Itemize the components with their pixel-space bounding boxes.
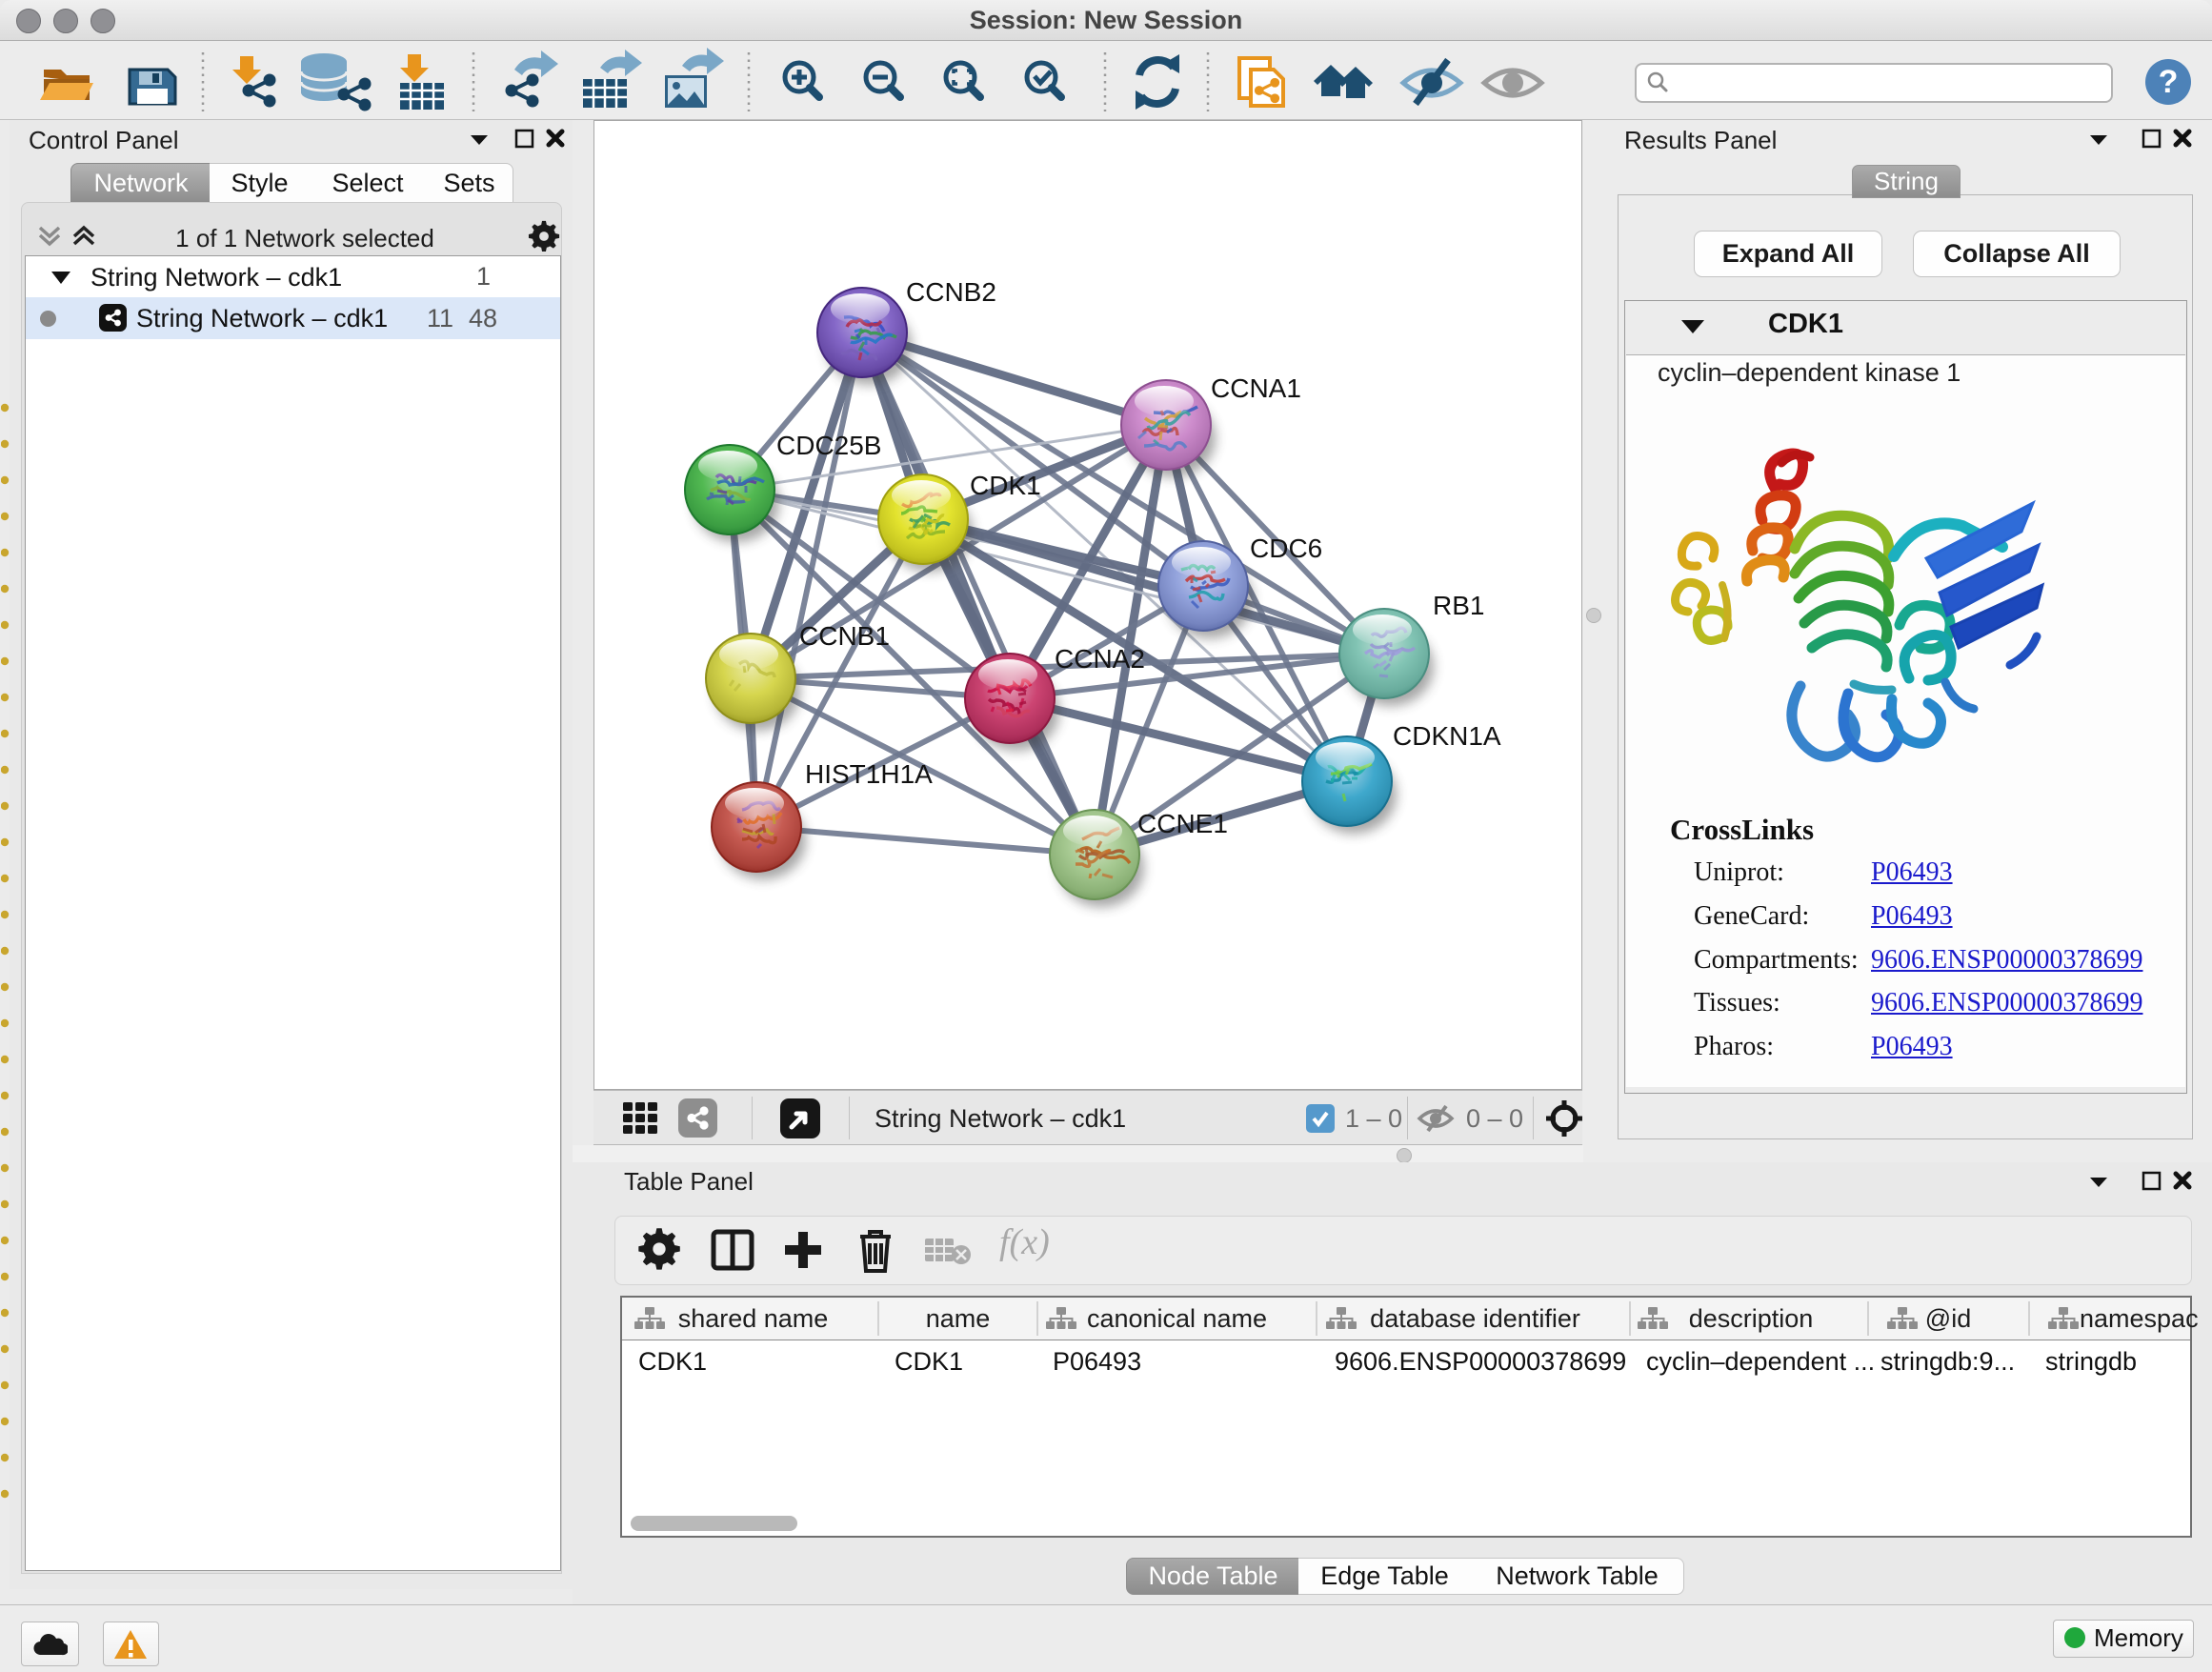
svg-text:CDK1: CDK1 xyxy=(970,471,1041,500)
svg-text:HIST1H1A: HIST1H1A xyxy=(805,759,933,789)
svg-text:CCNB2: CCNB2 xyxy=(906,277,996,307)
svg-text:RB1: RB1 xyxy=(1433,591,1484,620)
svg-text:CCNE1: CCNE1 xyxy=(1137,809,1228,838)
svg-text:CCNA1: CCNA1 xyxy=(1211,373,1301,403)
svg-text:CCNA2: CCNA2 xyxy=(1055,644,1145,674)
svg-text:CDC25B: CDC25B xyxy=(776,431,881,460)
svg-text:CDKN1A: CDKN1A xyxy=(1393,721,1501,751)
svg-text:CDC6: CDC6 xyxy=(1250,534,1322,563)
svg-text:CCNB1: CCNB1 xyxy=(799,621,890,651)
